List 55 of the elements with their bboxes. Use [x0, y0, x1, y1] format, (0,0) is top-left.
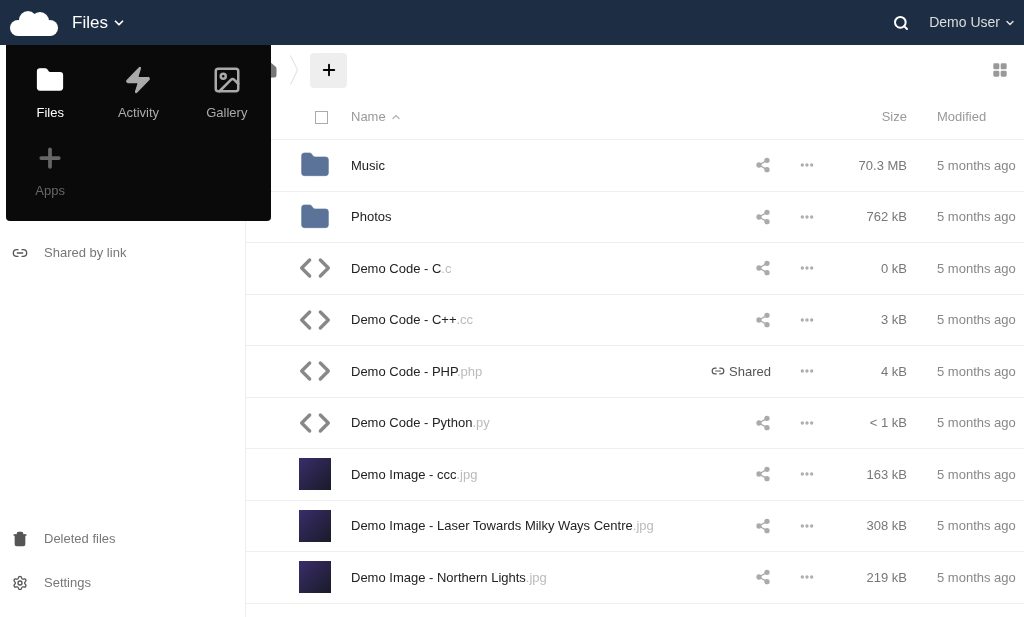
- select-all-checkbox[interactable]: [314, 110, 328, 124]
- app-menu-toggle[interactable]: Files: [72, 9, 126, 36]
- file-size: 163 kB: [865, 465, 907, 484]
- grid-view-icon[interactable]: [992, 62, 1008, 78]
- file-modified: 5 months ago: [936, 465, 1017, 484]
- new-button[interactable]: [310, 52, 347, 88]
- app-menu-item[interactable]: Gallery: [182, 65, 271, 123]
- settings-icon: [12, 575, 28, 591]
- app-menu-item[interactable]: Files: [6, 65, 95, 123]
- file-name[interactable]: Demo Code - C.c: [351, 258, 452, 278]
- breadcrumb-separator-icon: [290, 55, 298, 85]
- file-modified: 5 months ago: [936, 362, 1017, 381]
- file-modified: 5 months ago: [936, 156, 1017, 175]
- file-modified: 5 months ago: [936, 568, 1017, 587]
- file-size: 308 kB: [865, 517, 907, 535]
- share-icon[interactable]: [755, 208, 771, 225]
- share-icon[interactable]: [755, 260, 771, 277]
- share-icon[interactable]: [755, 414, 771, 431]
- share-icon[interactable]: [755, 157, 771, 174]
- trash-icon: [12, 531, 28, 547]
- file-name[interactable]: Demo Code - PHP.php: [351, 361, 483, 381]
- file-size: 762 kB: [865, 208, 907, 226]
- file-name[interactable]: Photos: [351, 207, 392, 227]
- file-size: 0 kB: [880, 259, 907, 278]
- file-modified: 5 months ago: [936, 414, 1017, 432]
- file-size: 3 kB: [880, 311, 907, 329]
- shared-link-label[interactable]: Shared: [729, 361, 771, 381]
- photo-placeholder: [299, 458, 331, 491]
- file-name[interactable]: Demo Code - Python.py: [351, 413, 490, 433]
- search-icon[interactable]: [893, 14, 910, 31]
- sidebar-item[interactable]: Deleted files: [44, 529, 116, 549]
- app-menu-item[interactable]: Activity: [94, 65, 183, 123]
- file-modified: 5 months ago: [936, 311, 1017, 329]
- file-name[interactable]: Demo Image - Northern Lights.jpg: [351, 567, 547, 587]
- file-size: 70.3 MB: [857, 156, 907, 175]
- file-name[interactable]: Demo Code - C++.cc: [351, 310, 474, 330]
- file-name[interactable]: Demo Image - Laser Towards Milky Ways Centre.jpg: [351, 516, 654, 536]
- user-menu[interactable]: Demo User: [929, 12, 1016, 33]
- sidebar-item[interactable]: Shared by link: [44, 243, 127, 263]
- sidebar-item[interactable]: Settings: [44, 573, 91, 593]
- share-icon[interactable]: [755, 517, 771, 534]
- share-icon[interactable]: [755, 466, 771, 483]
- file-name[interactable]: Music: [351, 155, 385, 175]
- file-size: 219 kB: [865, 568, 907, 587]
- file-modified: 5 months ago: [936, 517, 1017, 535]
- photo-placeholder: [299, 561, 331, 594]
- file-modified: 5 months ago: [936, 259, 1017, 278]
- file-modified: 5 months ago: [936, 208, 1017, 226]
- share-icon[interactable]: [755, 569, 771, 586]
- app-menu-item[interactable]: Apps: [6, 142, 95, 200]
- file-size: 4 kB: [880, 362, 907, 381]
- file-size: < 1 kB: [868, 414, 907, 432]
- photo-placeholder: [299, 509, 331, 542]
- file-name[interactable]: Demo Image - ccc.jpg: [351, 464, 478, 484]
- share-icon[interactable]: [755, 311, 771, 328]
